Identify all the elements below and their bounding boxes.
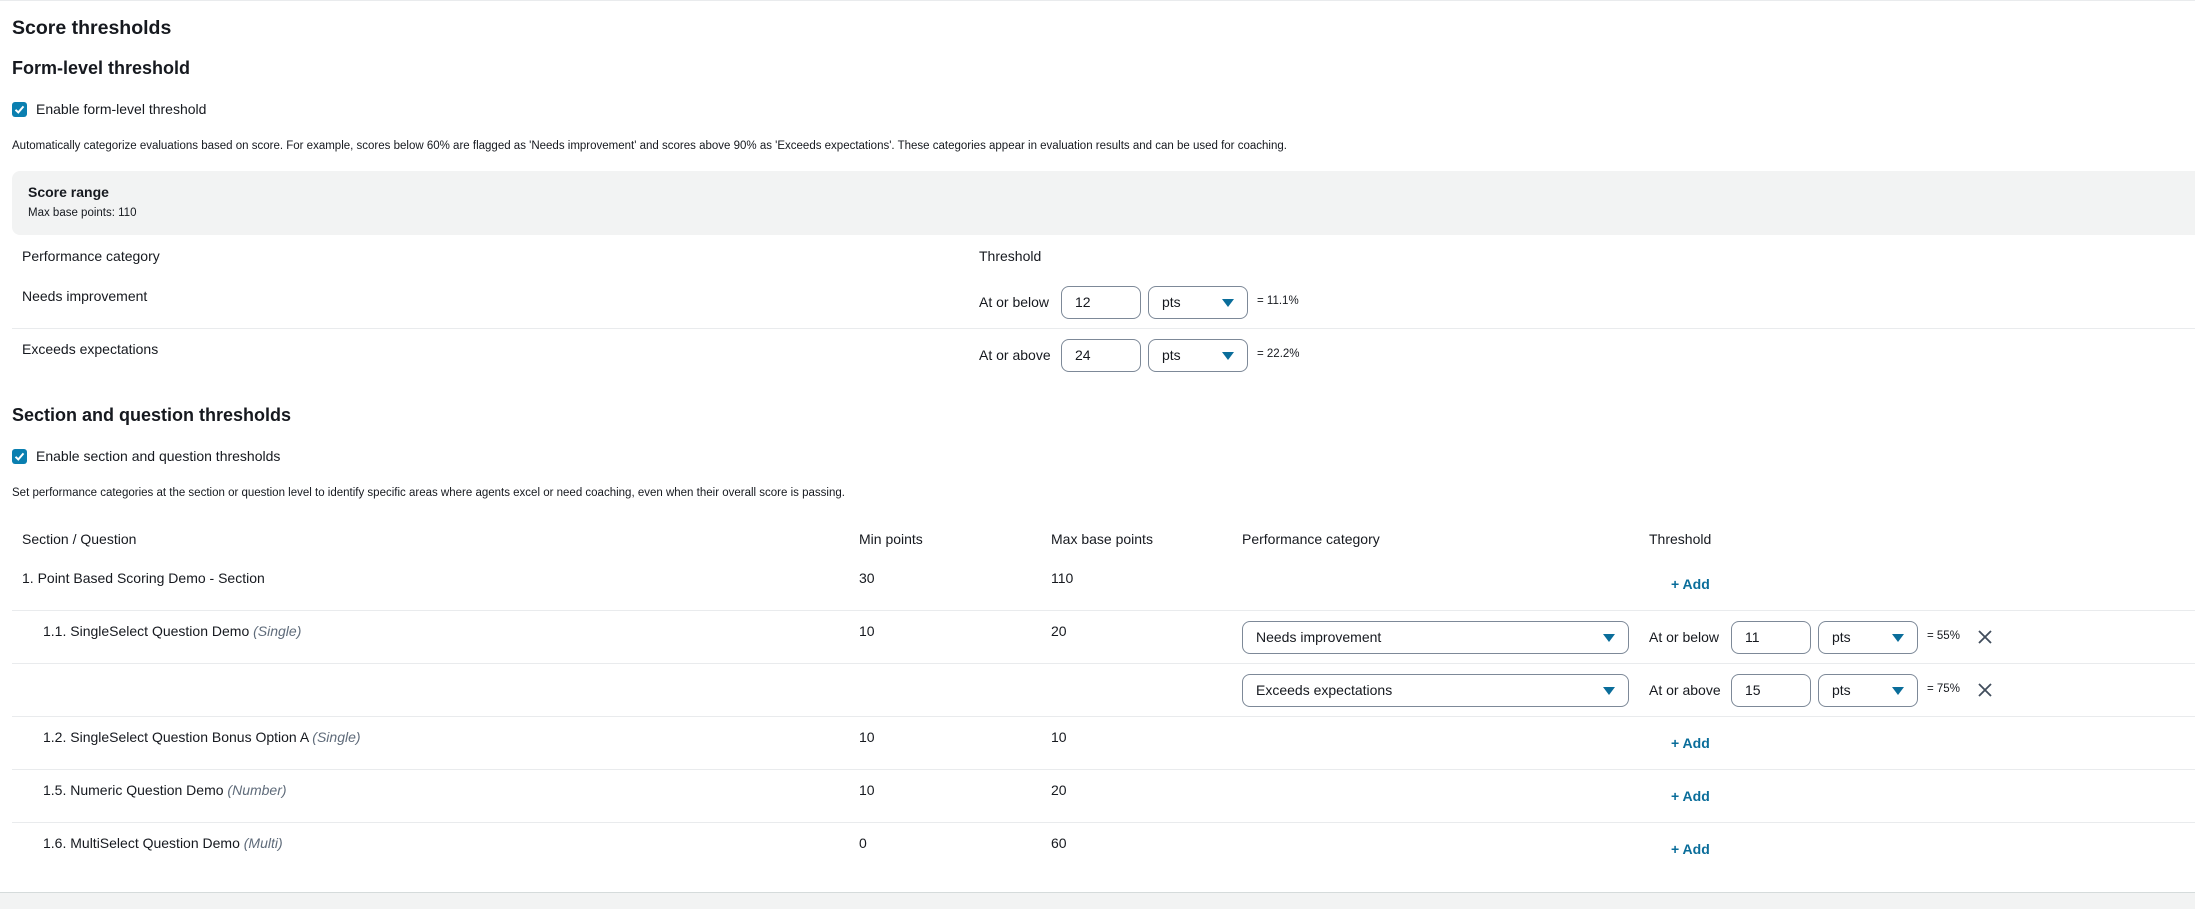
unit-select-value: pts [1832,682,1851,698]
performance-category-select[interactable]: Needs improvement [1242,621,1629,654]
unit-select[interactable]: pts [1148,339,1248,372]
row-divider [12,769,2195,770]
caret-down-icon [1603,634,1615,642]
max-base-points: 60 [1051,835,1067,851]
unit-select[interactable]: pts [1818,674,1918,707]
score-range-box: Score range Max base points: 110 [12,171,2195,235]
comparator-label: At or above [979,347,1051,363]
check-icon [14,105,25,114]
threshold-percent: = 75% [1927,683,1960,695]
question-type: (Number) [227,782,287,798]
question-label: 1.6. MultiSelect Question Demo [43,835,240,851]
caret-down-icon [1222,299,1234,307]
min-points: 10 [859,782,875,798]
column-threshold: Threshold [1649,531,1712,547]
page-title: Score thresholds [12,17,172,39]
form-row-category: Exceeds expectations [22,341,159,357]
unit-select-value: pts [1162,347,1181,363]
question-label: 1.2. SingleSelect Question Bonus Option … [43,729,309,745]
row-divider [12,716,2195,717]
unit-select-value: pts [1832,629,1851,645]
add-threshold-button[interactable]: + Add [1671,576,1710,592]
question-name: 1.5. Numeric Question Demo (Number) [43,782,287,798]
caret-down-icon [1892,687,1904,695]
column-performance-category: Performance category [22,248,160,264]
question-label: 1.5. Numeric Question Demo [43,782,224,798]
threshold-value-input[interactable]: 24 [1061,339,1141,372]
section-level-description: Set performance categories at the sectio… [12,487,845,499]
comparator-label: At or above [1649,682,1721,698]
question-type: (Single) [253,623,302,639]
min-points: 0 [859,835,867,851]
threshold-value-input[interactable]: 12 [1061,286,1141,319]
threshold-value-input[interactable]: 15 [1731,674,1811,707]
question-type: (Single) [312,729,361,745]
unit-select-value: pts [1162,294,1181,310]
add-threshold-button[interactable]: + Add [1671,841,1710,857]
caret-down-icon [1222,352,1234,360]
row-divider [12,663,2195,664]
score-thresholds-panel: Score thresholds Form-level threshold En… [0,0,2195,893]
column-max-base-points: Max base points [1051,531,1153,547]
column-section-question: Section / Question [22,531,137,547]
unit-select[interactable]: pts [1148,286,1248,319]
score-range-title: Score range [28,184,109,200]
row-divider [12,822,2195,823]
column-threshold: Threshold [979,248,1042,264]
row-divider [12,328,2195,329]
comparator-label: At or below [979,294,1050,310]
caret-down-icon [1603,687,1615,695]
question-type: (Multi) [243,835,283,851]
threshold-percent: = 11.1% [1257,295,1299,307]
remove-threshold-close-icon[interactable] [1977,629,1993,645]
section-name: 1. Point Based Scoring Demo - Section [22,570,265,586]
add-threshold-button[interactable]: + Add [1671,788,1710,804]
section-level-checkbox[interactable] [12,449,27,464]
min-points: 10 [859,623,875,639]
section-level-heading: Section and question thresholds [12,405,292,425]
question-label: 1.1. SingleSelect Question Demo [43,623,250,639]
max-base-points: Max base points: 110 [28,207,137,219]
min-points: 10 [859,729,875,745]
column-performance-category: Performance category [1242,531,1380,547]
threshold-value-input[interactable]: 11 [1731,621,1811,654]
section-level-checkbox-label[interactable]: Enable section and question thresholds [36,448,280,464]
threshold-percent: = 22.2% [1257,348,1300,360]
caret-down-icon [1892,634,1904,642]
check-icon [14,452,25,461]
performance-category-select[interactable]: Exceeds expectations [1242,674,1629,707]
min-points: 30 [859,570,875,586]
comparator-label: At or below [1649,629,1720,645]
column-min-points: Min points [859,531,923,547]
question-name: 1.1. SingleSelect Question Demo (Single) [43,623,301,639]
form-level-heading: Form-level threshold [12,58,191,78]
form-level-checkbox[interactable] [12,102,27,117]
form-row-category: Needs improvement [22,288,148,304]
question-name: 1.6. MultiSelect Question Demo (Multi) [43,835,283,851]
row-divider [12,610,2195,611]
form-level-description: Automatically categorize evaluations bas… [12,140,1287,152]
question-name: 1.2. SingleSelect Question Bonus Option … [43,729,361,745]
performance-category-value: Needs improvement [1256,629,1382,645]
add-threshold-button[interactable]: + Add [1671,735,1710,751]
performance-category-value: Exceeds expectations [1256,682,1393,698]
threshold-percent: = 55% [1927,630,1960,642]
max-base-points: 10 [1051,729,1067,745]
max-base-points: 20 [1051,782,1067,798]
form-level-checkbox-label[interactable]: Enable form-level threshold [36,101,206,117]
remove-threshold-close-icon[interactable] [1977,682,1993,698]
max-base-points: 20 [1051,623,1067,639]
max-base-points: 110 [1051,570,1074,586]
unit-select[interactable]: pts [1818,621,1918,654]
